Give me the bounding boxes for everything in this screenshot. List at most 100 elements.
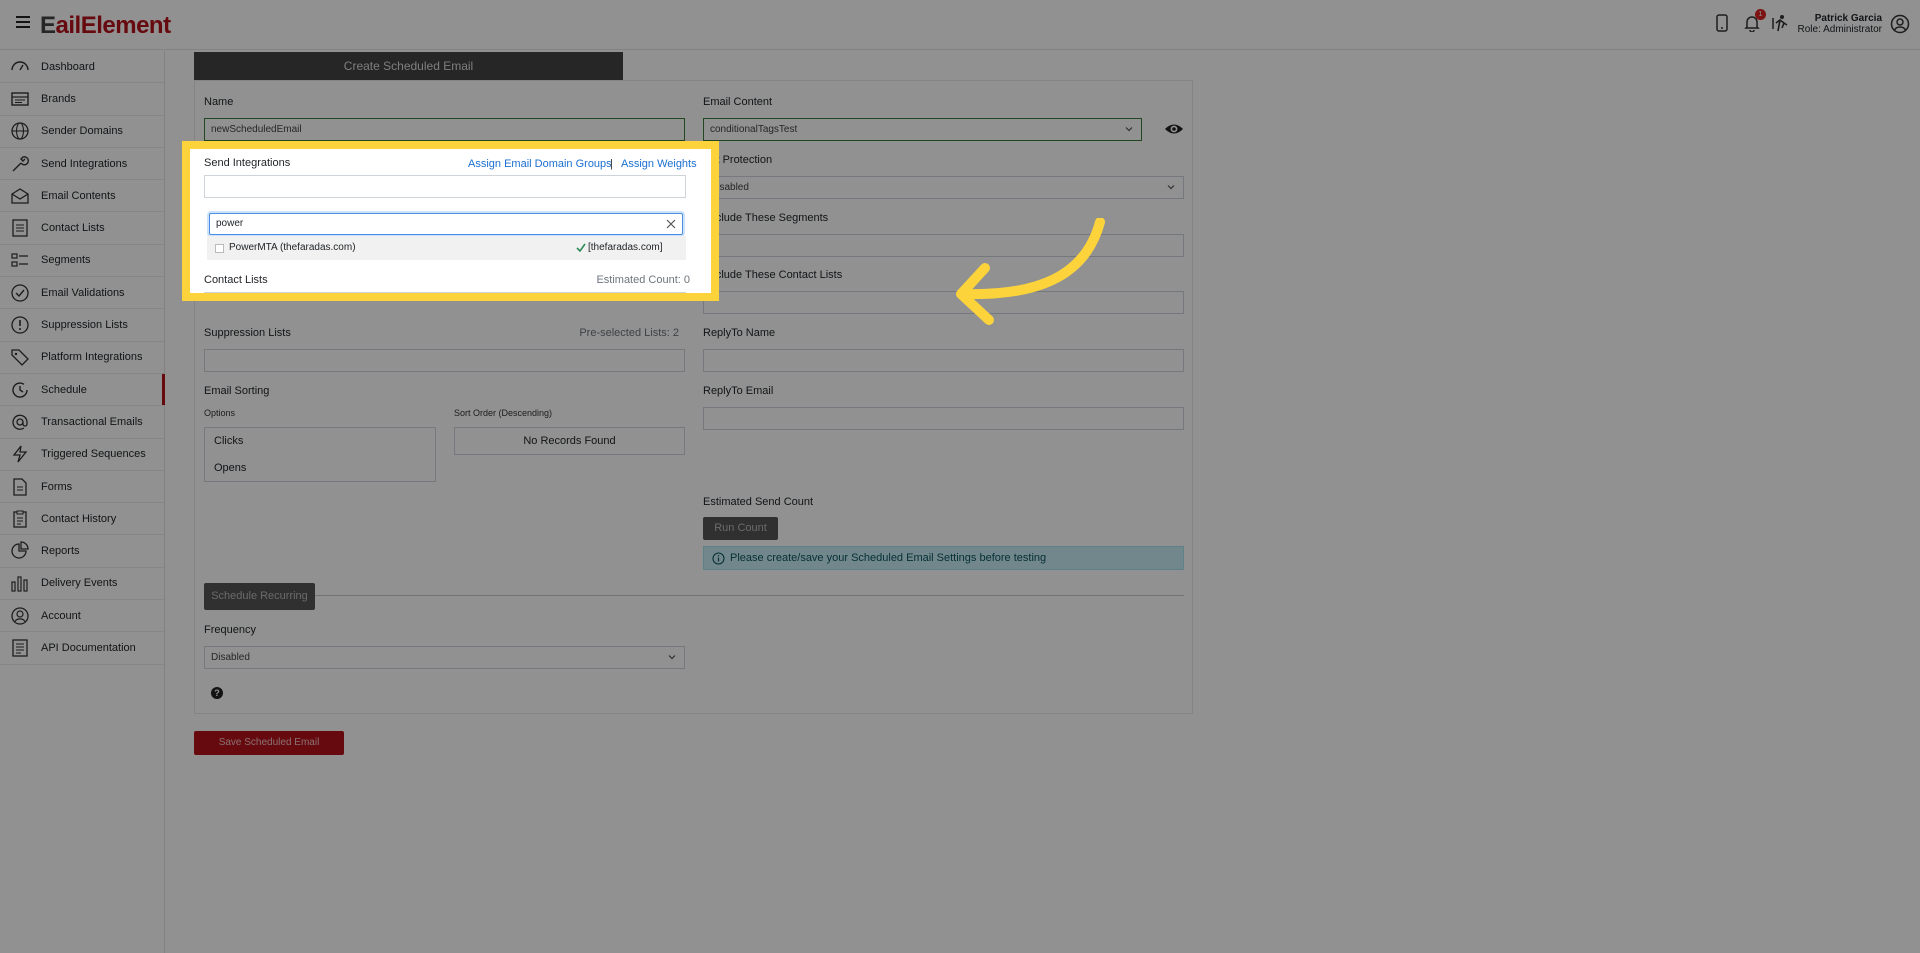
- save-scheduled-email-button[interactable]: Save Scheduled Email: [194, 731, 344, 755]
- sidebar-item-segments[interactable]: Segments: [0, 245, 164, 278]
- sidebar-item-label: Transactional Emails: [41, 415, 143, 428]
- send-integrations-input[interactable]: [204, 175, 686, 198]
- notification-badge: 1: [1755, 9, 1766, 20]
- exclude-contact-lists-input[interactable]: [703, 291, 1184, 314]
- sidebar-item-label: Reports: [41, 545, 80, 558]
- sidebar-item-label: Brands: [41, 92, 76, 105]
- email-content-select[interactable]: conditionalTagsTest: [703, 118, 1142, 141]
- sidebar-item-label: Contact History: [41, 512, 117, 525]
- at-icon: [10, 412, 30, 432]
- email-content-label: Email Content: [703, 96, 773, 108]
- sort-option-clicks[interactable]: Clicks: [205, 428, 435, 455]
- sidebar-item-transactional-emails[interactable]: Transactional Emails: [0, 406, 164, 439]
- tab-create-scheduled-email[interactable]: Create Scheduled Email: [194, 52, 623, 80]
- sidebar-item-label: Email Validations: [41, 286, 125, 299]
- replyto-email-label: ReplyTo Email: [703, 385, 774, 397]
- exclude-segments-label: Exclude These Segments: [703, 212, 829, 224]
- sidebar-item-suppression-lists[interactable]: Suppression Lists: [0, 309, 164, 342]
- sidebar-item-schedule[interactable]: Schedule: [0, 373, 165, 407]
- estimated-count: Estimated Count: 0: [596, 274, 690, 286]
- schedule-recurring-button[interactable]: Schedule Recurring: [204, 583, 315, 610]
- info-message: Please create/save your Scheduled Email …: [730, 552, 1047, 564]
- sidebar-item-sender-domains[interactable]: Sender Domains: [0, 116, 164, 148]
- sidebar-item-delivery-events[interactable]: Delivery Events: [0, 568, 164, 601]
- exclude-segments-input[interactable]: [703, 234, 1184, 257]
- bolt-icon: [10, 444, 30, 464]
- sidebar-item-label: Forms: [41, 480, 73, 493]
- bot-protection-select[interactable]: Disabled: [703, 176, 1184, 199]
- replyto-name-input[interactable]: [703, 349, 1184, 372]
- sidebar-item-platform-integrations[interactable]: Platform Integrations: [0, 342, 164, 374]
- sidebar-item-contact-history[interactable]: Contact History: [0, 503, 164, 536]
- sidebar-item-reports[interactable]: Reports: [0, 535, 164, 568]
- help-icon[interactable]: ?: [211, 687, 223, 699]
- sidebar-item-label: Suppression Lists: [41, 319, 128, 332]
- check-icon: [576, 243, 586, 252]
- user-circle-icon: [10, 606, 30, 626]
- pie-icon: [10, 541, 30, 561]
- highlight-box: Send Integrations Assign Email Domain Gr…: [182, 141, 719, 301]
- info-icon: [712, 552, 725, 565]
- sidebar-item-dashboard[interactable]: Dashboard: [0, 51, 164, 84]
- sidebar-item-brands[interactable]: Brands: [0, 83, 164, 116]
- sidebar-item-contact-lists[interactable]: Contact Lists: [0, 212, 164, 245]
- clipboard-icon: [10, 509, 30, 529]
- eye-icon[interactable]: [1164, 119, 1184, 139]
- preselected-lists-count: Pre-selected Lists: 2: [579, 327, 679, 339]
- suppression-lists-input[interactable]: [204, 349, 685, 372]
- mobile-icon[interactable]: [1716, 14, 1734, 34]
- integration-option-row[interactable]: PowerMTA (thefaradas.com) [thefaradas.co…: [207, 236, 686, 260]
- chevron-down-icon: [1125, 127, 1133, 132]
- logout-icon[interactable]: [1772, 14, 1790, 34]
- no-records-text: No Records Found: [523, 435, 616, 447]
- frequency-label: Frequency: [204, 624, 256, 636]
- gauge-icon: [10, 57, 30, 77]
- name-input[interactable]: newScheduledEmail: [204, 118, 685, 141]
- exclude-contact-lists-label: Exclude These Contact Lists: [703, 269, 843, 281]
- user-info[interactable]: Patrick Garcia Role: Administrator: [1798, 13, 1882, 35]
- email-sorting-label: Email Sorting: [204, 385, 270, 397]
- top-bar: EailElement 1 Patrick Garcia Role: Admin…: [0, 0, 1920, 50]
- estimated-send-count-label: Estimated Send Count: [703, 496, 814, 508]
- option-label: PowerMTA (thefaradas.com): [229, 242, 356, 253]
- sidebar-item-account[interactable]: Account: [0, 600, 164, 633]
- sidebar-item-label: Platform Integrations: [41, 351, 143, 364]
- list-icon: [10, 218, 30, 238]
- section-divider: [204, 595, 1184, 596]
- name-label: Name: [204, 96, 234, 108]
- app-logo[interactable]: EailElement: [40, 12, 171, 40]
- option-checkbox[interactable]: [215, 244, 224, 253]
- header-icons: 1: [1716, 9, 1790, 34]
- sort-order-label: Sort Order (Descending): [454, 408, 553, 418]
- assign-domain-groups-link[interactable]: Assign Email Domain Groups: [468, 158, 612, 170]
- check-circle-icon: [10, 283, 30, 303]
- sidebar-item-forms[interactable]: Forms: [0, 471, 164, 504]
- assign-weights-link[interactable]: Assign Weights: [621, 158, 697, 170]
- integration-search-input[interactable]: power: [209, 213, 683, 235]
- logo-part: ail: [55, 12, 82, 39]
- sort-option-opens[interactable]: Opens: [205, 455, 435, 482]
- clock-icon: [10, 380, 30, 400]
- user-avatar-icon[interactable]: [1890, 14, 1910, 34]
- link-separator: |: [610, 158, 613, 170]
- envelope-icon: [10, 186, 30, 206]
- sidebar-item-label: Schedule: [41, 383, 87, 396]
- logo-part: E: [40, 12, 56, 39]
- contact-lists-input[interactable]: [204, 292, 686, 293]
- bell-icon[interactable]: 1: [1744, 9, 1766, 34]
- sidebar-item-email-contents[interactable]: Email Contents: [0, 180, 164, 213]
- clear-search-icon[interactable]: [666, 219, 676, 229]
- window-icon: [10, 89, 30, 109]
- sidebar-item-api-documentation[interactable]: API Documentation: [0, 632, 164, 665]
- suppression-lists-label: Suppression Lists: [204, 327, 291, 339]
- user-name: Patrick Garcia: [1814, 13, 1882, 24]
- hamburger-menu-icon[interactable]: [16, 16, 30, 28]
- run-count-button[interactable]: Run Count: [703, 517, 778, 540]
- sidebar-item-email-validations[interactable]: Email Validations: [0, 277, 164, 310]
- sidebar-item-triggered-sequences[interactable]: Triggered Sequences: [0, 439, 164, 471]
- chevron-down-icon: [668, 655, 676, 660]
- sidebar-item-send-integrations[interactable]: Send Integrations: [0, 148, 164, 181]
- replyto-email-input[interactable]: [703, 407, 1184, 430]
- bar-chart-icon: [10, 573, 30, 593]
- frequency-select[interactable]: Disabled: [204, 646, 685, 669]
